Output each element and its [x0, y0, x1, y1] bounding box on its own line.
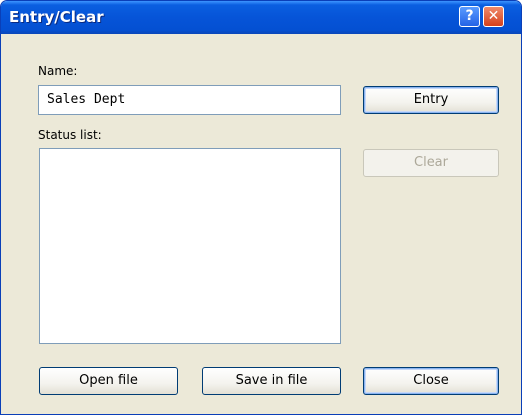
question-mark-icon: ? — [465, 8, 474, 24]
save-in-file-button[interactable]: Save in file — [202, 367, 341, 395]
window-title: Entry/Clear — [9, 8, 104, 26]
title-bar[interactable]: Entry/Clear ? ✕ — [1, 1, 521, 34]
status-list-label: Status list: — [38, 128, 102, 142]
open-file-button[interactable]: Open file — [39, 367, 178, 395]
entry-button[interactable]: Entry — [363, 86, 499, 114]
name-label: Name: — [38, 64, 78, 78]
clear-button[interactable]: Clear — [363, 149, 499, 177]
window-close-button[interactable]: ✕ — [483, 6, 504, 27]
entry-clear-dialog: Entry/Clear ? ✕ Name: Sales Dept Entry S… — [0, 0, 522, 415]
help-button[interactable]: ? — [459, 6, 480, 27]
status-list[interactable] — [39, 148, 341, 344]
name-input[interactable]: Sales Dept — [38, 85, 341, 115]
close-icon: ✕ — [487, 8, 500, 24]
close-button[interactable]: Close — [363, 367, 499, 395]
